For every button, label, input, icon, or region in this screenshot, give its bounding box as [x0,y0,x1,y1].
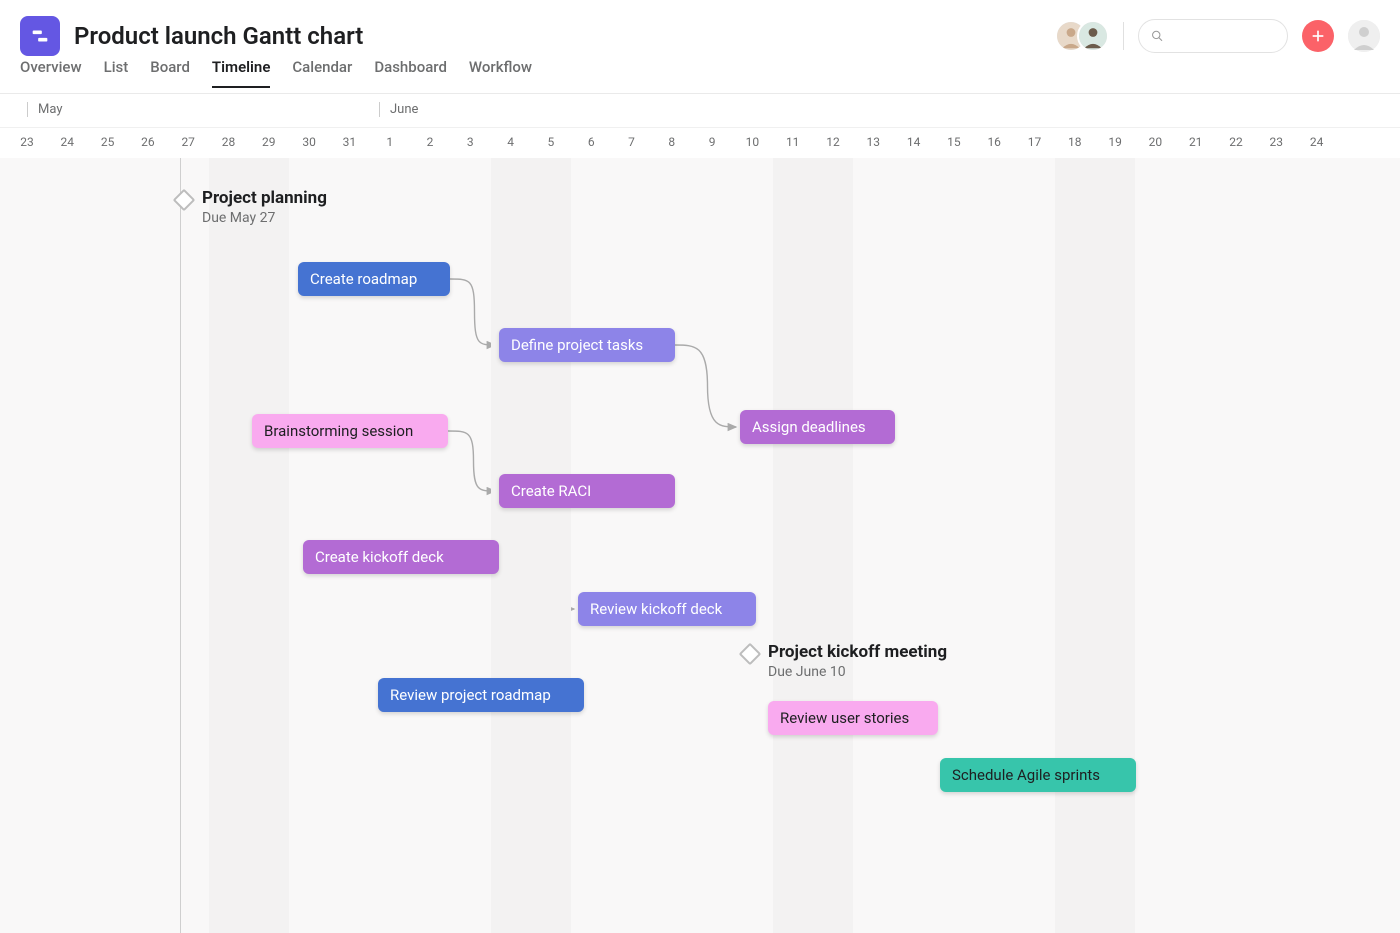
day-cell: 5 [531,135,571,149]
day-cell: 10 [732,135,772,149]
day-cell: 16 [974,135,1014,149]
view-tabs: Overview List Board Timeline Calendar Dashboa… [0,58,1400,94]
day-cell: 15 [934,135,974,149]
day-row: 2324252627282930311234567891011121314151… [0,128,1400,158]
day-cell: 30 [289,135,329,149]
project-icon[interactable] [20,16,60,56]
task-bar[interactable]: Create RACI [499,474,675,508]
day-cell: 21 [1176,135,1216,149]
day-cell: 7 [612,135,652,149]
day-cell: 2 [410,135,450,149]
day-cell: 11 [773,135,813,149]
day-cell: 28 [209,135,249,149]
add-button[interactable] [1302,20,1334,52]
task-bar[interactable]: Schedule Agile sprints [940,758,1136,792]
milestone-title: Project planning [202,188,327,208]
day-cell: 4 [491,135,531,149]
day-cell: 6 [571,135,611,149]
day-cell: 27 [168,135,208,149]
self-avatar[interactable] [1348,20,1380,52]
milestone[interactable]: Project kickoff meeting Due June 10 [742,642,947,680]
milestone-title: Project kickoff meeting [768,642,947,662]
weekend-band [209,158,290,933]
day-cell: 12 [813,135,853,149]
day-cell: 22 [1216,135,1256,149]
day-cell: 13 [853,135,893,149]
day-cell: 24 [47,135,87,149]
header: Product launch Gantt chart [0,0,1400,58]
member-stack[interactable] [1055,20,1109,52]
day-cell: 3 [450,135,490,149]
header-right [1055,19,1380,53]
day-cell: 29 [249,135,289,149]
task-bar[interactable]: Brainstorming session [252,414,448,448]
task-bar[interactable]: Review project roadmap [378,678,584,712]
day-cell: 25 [88,135,128,149]
day-cell: 8 [652,135,692,149]
day-cell: 20 [1135,135,1175,149]
task-bar[interactable]: Define project tasks [499,328,675,362]
weekend-band [773,158,854,933]
search-icon [1151,29,1164,43]
day-cell: 19 [1095,135,1135,149]
timeline[interactable]: MayJune 23242526272829303112345678910111… [0,94,1400,933]
plus-icon [1310,28,1326,44]
task-bar[interactable]: Review kickoff deck [578,592,756,626]
tab-calendar[interactable]: Calendar [292,58,352,86]
milestone-due: Due June 10 [768,664,947,680]
day-cell: 17 [1015,135,1055,149]
task-bar[interactable]: Create kickoff deck [303,540,499,574]
weekend-band [491,158,572,933]
month-label: May [27,102,62,117]
tab-timeline[interactable]: Timeline [212,58,270,88]
tab-workflow[interactable]: Workflow [469,58,532,86]
tab-overview[interactable]: Overview [20,58,82,86]
milestone[interactable]: Project planning Due May 27 [176,188,327,226]
day-cell: 9 [692,135,732,149]
milestone-due: Due May 27 [202,210,327,226]
weekend-band [1055,158,1136,933]
tab-board[interactable]: Board [150,58,190,86]
search-box[interactable] [1138,19,1288,53]
search-input[interactable] [1164,29,1275,44]
tab-dashboard[interactable]: Dashboard [374,58,447,86]
task-bar[interactable]: Review user stories [768,701,938,735]
page-title: Product launch Gantt chart [74,22,363,50]
month-row: May June [0,94,1400,128]
task-bar[interactable]: Create roadmap [298,262,450,296]
today-line [180,158,181,933]
avatar[interactable] [1077,20,1109,52]
task-bar[interactable]: Assign deadlines [740,410,895,444]
day-cell: 26 [128,135,168,149]
day-cell: 23 [7,135,47,149]
day-cell: 14 [894,135,934,149]
gantt-body[interactable]: Project planning Due May 27 Project kickof… [0,158,1400,933]
milestone-diamond-icon [173,189,196,212]
tab-list[interactable]: List [104,58,129,86]
month-label: June [379,102,418,117]
day-cell: 1 [370,135,410,149]
day-cell: 24 [1297,135,1337,149]
day-cell: 31 [329,135,369,149]
day-cell: 18 [1055,135,1095,149]
divider [1123,22,1124,50]
milestone-diamond-icon [739,643,762,666]
day-cell: 23 [1256,135,1296,149]
